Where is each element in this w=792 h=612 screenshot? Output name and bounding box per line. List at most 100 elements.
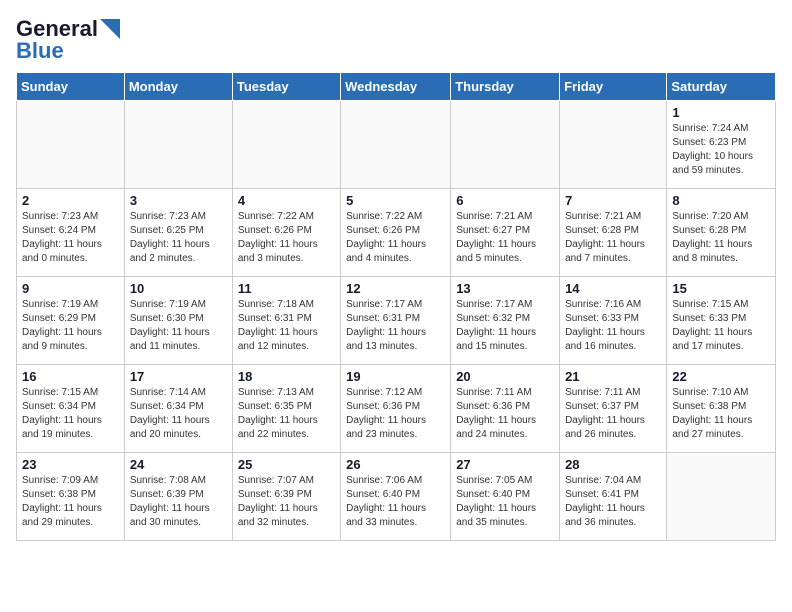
day-number: 17 [130,369,227,384]
day-cell [232,101,340,189]
day-cell: 2 Sunrise: 7:23 AM Sunset: 6:24 PM Daylig… [17,189,125,277]
day-cell: 12Sunrise: 7:17 AM Sunset: 6:31 PM Dayli… [341,277,451,365]
day-number: 21 [565,369,661,384]
day-info: Sunrise: 7:11 AM Sunset: 6:37 PM Dayligh… [565,386,661,442]
header-cell-friday: Friday [560,73,667,101]
day-cell: 11 Sunrise: 7:18 AM Sunset: 6:31 PM Dayli… [232,277,340,365]
day-info: Sunrise: 7:21 AM Sunset: 6:28 PM Dayligh… [565,210,661,266]
header-cell-monday: Monday [124,73,232,101]
day-cell: 20 Sunrise: 7:11 AM Sunset: 6:36 PM Dayli… [451,365,560,453]
header-row: SundayMondayTuesdayWednesdayThursdayFrid… [17,73,776,101]
day-cell: 24 Sunrise: 7:08 AM Sunset: 6:39 PM Dayli… [124,453,232,541]
day-info: Sunrise: 7:09 AM Sunset: 6:38 PM Dayligh… [22,474,119,530]
day-info: Sunrise: 7:08 AM Sunset: 6:39 PM Dayligh… [130,474,227,530]
day-info: Sunrise: 7:10 AM Sunset: 6:38 PM Dayligh… [672,386,770,442]
logo: General Blue [16,16,120,64]
day-info: Sunrise: 7:18 AM Sunset: 6:31 PM Dayligh… [238,298,335,354]
day-cell: 18 Sunrise: 7:13 AM Sunset: 6:35 PM Dayli… [232,365,340,453]
day-number: 10 [130,281,227,296]
day-cell: 4 Sunrise: 7:22 AM Sunset: 6:26 PM Daylig… [232,189,340,277]
day-info: Sunrise: 7:22 AM Sunset: 6:26 PM Dayligh… [238,210,335,266]
day-info: Sunrise: 7:19 AM Sunset: 6:30 PM Dayligh… [130,298,227,354]
day-cell: 5Sunrise: 7:22 AM Sunset: 6:26 PM Daylig… [341,189,451,277]
day-info: Sunrise: 7:15 AM Sunset: 6:33 PM Dayligh… [672,298,770,354]
day-info: Sunrise: 7:19 AM Sunset: 6:29 PM Dayligh… [22,298,119,354]
week-row-4: 16 Sunrise: 7:15 AM Sunset: 6:34 PM Dayli… [17,365,776,453]
day-number: 9 [22,281,119,296]
day-number: 7 [565,193,661,208]
day-cell [17,101,125,189]
day-number: 1 [672,105,770,120]
week-row-5: 23 Sunrise: 7:09 AM Sunset: 6:38 PM Dayli… [17,453,776,541]
day-cell [560,101,667,189]
day-cell: 16 Sunrise: 7:15 AM Sunset: 6:34 PM Dayli… [17,365,125,453]
day-number: 15 [672,281,770,296]
day-number: 4 [238,193,335,208]
day-number: 23 [22,457,119,472]
day-info: Sunrise: 7:15 AM Sunset: 6:34 PM Dayligh… [22,386,119,442]
week-row-2: 2 Sunrise: 7:23 AM Sunset: 6:24 PM Daylig… [17,189,776,277]
day-cell [667,453,776,541]
day-cell: 28 Sunrise: 7:04 AM Sunset: 6:41 PM Dayli… [560,453,667,541]
calendar-body: 1 Sunrise: 7:24 AM Sunset: 6:23 PM Daylig… [17,101,776,541]
day-number: 13 [456,281,554,296]
day-number: 19 [346,369,445,384]
day-cell: 8 Sunrise: 7:20 AM Sunset: 6:28 PM Daylig… [667,189,776,277]
calendar-table: SundayMondayTuesdayWednesdayThursdayFrid… [16,72,776,541]
day-number: 16 [22,369,119,384]
day-info: Sunrise: 7:23 AM Sunset: 6:24 PM Dayligh… [22,210,119,266]
day-cell [451,101,560,189]
day-cell: 17Sunrise: 7:14 AM Sunset: 6:34 PM Dayli… [124,365,232,453]
day-cell: 9 Sunrise: 7:19 AM Sunset: 6:29 PM Daylig… [17,277,125,365]
day-number: 25 [238,457,335,472]
day-number: 11 [238,281,335,296]
week-row-1: 1 Sunrise: 7:24 AM Sunset: 6:23 PM Daylig… [17,101,776,189]
day-info: Sunrise: 7:23 AM Sunset: 6:25 PM Dayligh… [130,210,227,266]
day-number: 20 [456,369,554,384]
day-info: Sunrise: 7:11 AM Sunset: 6:36 PM Dayligh… [456,386,554,442]
day-info: Sunrise: 7:17 AM Sunset: 6:31 PM Dayligh… [346,298,445,354]
day-cell [124,101,232,189]
day-info: Sunrise: 7:16 AM Sunset: 6:33 PM Dayligh… [565,298,661,354]
day-number: 14 [565,281,661,296]
header-cell-tuesday: Tuesday [232,73,340,101]
day-cell: 1 Sunrise: 7:24 AM Sunset: 6:23 PM Daylig… [667,101,776,189]
day-cell: 14 Sunrise: 7:16 AM Sunset: 6:33 PM Dayli… [560,277,667,365]
day-info: Sunrise: 7:12 AM Sunset: 6:36 PM Dayligh… [346,386,445,442]
day-number: 18 [238,369,335,384]
day-cell [341,101,451,189]
day-number: 28 [565,457,661,472]
header: General Blue [16,16,776,64]
day-info: Sunrise: 7:17 AM Sunset: 6:32 PM Dayligh… [456,298,554,354]
day-number: 8 [672,193,770,208]
day-cell: 26Sunrise: 7:06 AM Sunset: 6:40 PM Dayli… [341,453,451,541]
day-info: Sunrise: 7:22 AM Sunset: 6:26 PM Dayligh… [346,210,445,266]
day-cell: 25 Sunrise: 7:07 AM Sunset: 6:39 PM Dayli… [232,453,340,541]
day-number: 2 [22,193,119,208]
day-info: Sunrise: 7:13 AM Sunset: 6:35 PM Dayligh… [238,386,335,442]
day-number: 24 [130,457,227,472]
day-cell: 27 Sunrise: 7:05 AM Sunset: 6:40 PM Dayli… [451,453,560,541]
day-cell: 15 Sunrise: 7:15 AM Sunset: 6:33 PM Dayli… [667,277,776,365]
day-cell: 21 Sunrise: 7:11 AM Sunset: 6:37 PM Dayli… [560,365,667,453]
day-cell: 23 Sunrise: 7:09 AM Sunset: 6:38 PM Dayli… [17,453,125,541]
day-info: Sunrise: 7:21 AM Sunset: 6:27 PM Dayligh… [456,210,554,266]
day-number: 3 [130,193,227,208]
day-info: Sunrise: 7:24 AM Sunset: 6:23 PM Dayligh… [672,122,770,178]
day-info: Sunrise: 7:20 AM Sunset: 6:28 PM Dayligh… [672,210,770,266]
day-cell: 10 Sunrise: 7:19 AM Sunset: 6:30 PM Dayli… [124,277,232,365]
header-cell-sunday: Sunday [17,73,125,101]
week-row-3: 9 Sunrise: 7:19 AM Sunset: 6:29 PM Daylig… [17,277,776,365]
day-cell: 6 Sunrise: 7:21 AM Sunset: 6:27 PM Daylig… [451,189,560,277]
day-info: Sunrise: 7:05 AM Sunset: 6:40 PM Dayligh… [456,474,554,530]
day-number: 6 [456,193,554,208]
header-cell-saturday: Saturday [667,73,776,101]
day-cell: 3 Sunrise: 7:23 AM Sunset: 6:25 PM Daylig… [124,189,232,277]
day-number: 26 [346,457,445,472]
logo-blue: Blue [16,38,64,64]
header-cell-thursday: Thursday [451,73,560,101]
day-info: Sunrise: 7:07 AM Sunset: 6:39 PM Dayligh… [238,474,335,530]
day-cell: 13 Sunrise: 7:17 AM Sunset: 6:32 PM Dayli… [451,277,560,365]
day-number: 27 [456,457,554,472]
day-info: Sunrise: 7:04 AM Sunset: 6:41 PM Dayligh… [565,474,661,530]
